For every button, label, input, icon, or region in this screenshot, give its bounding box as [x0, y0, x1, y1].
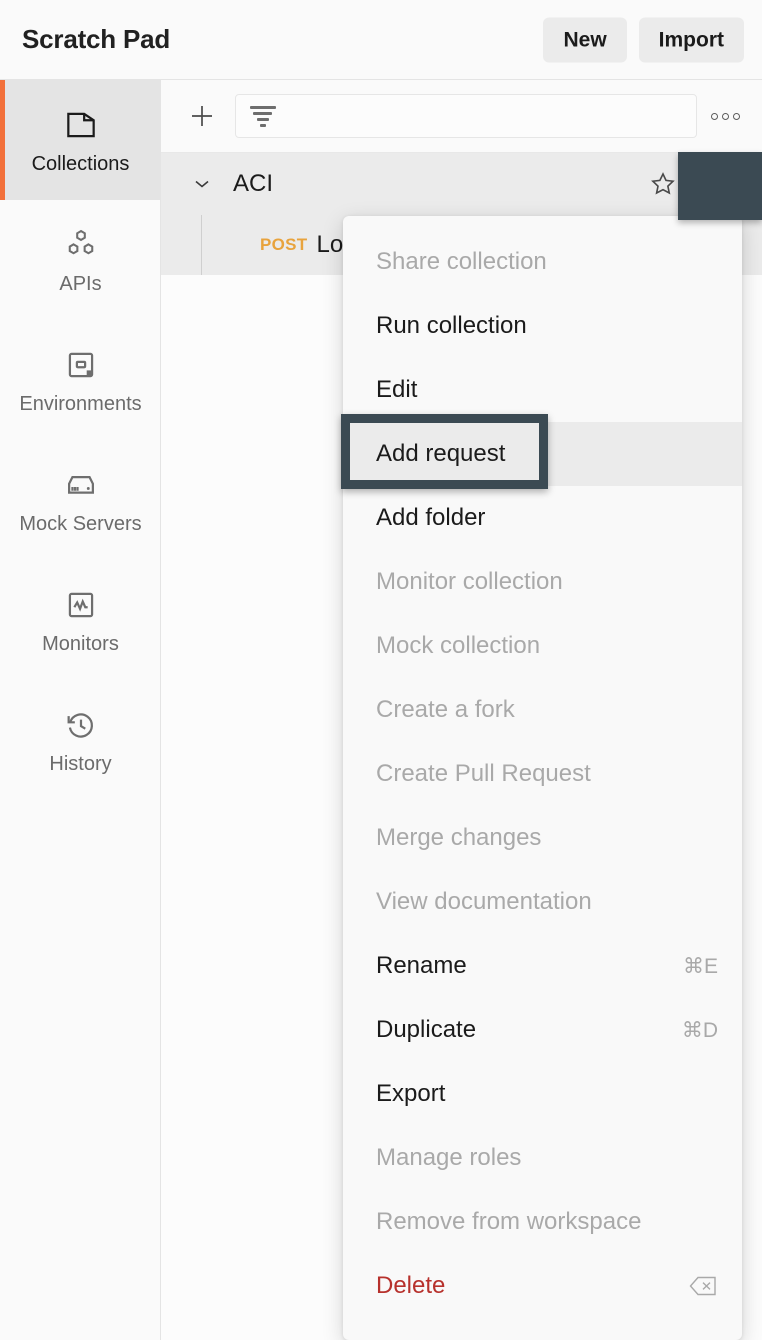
request-method: POST: [260, 235, 308, 255]
collection-row-aci[interactable]: ACI: [161, 153, 762, 215]
collection-name: ACI: [233, 170, 273, 198]
plus-icon[interactable]: [181, 95, 223, 137]
search-input[interactable]: [235, 94, 697, 138]
page-title: Scratch Pad: [22, 24, 170, 55]
menu-item-export[interactable]: Export: [343, 1062, 742, 1126]
menu-item-label: Edit: [376, 378, 417, 402]
sidebar-item-environments[interactable]: Environments: [0, 320, 161, 440]
menu-item-merge-changes: Merge changes: [343, 806, 742, 870]
menu-item-mock-collection: Mock collection: [343, 614, 742, 678]
more-horizontal-icon: [711, 113, 740, 120]
menu-item-run-collection[interactable]: Run collection: [343, 294, 742, 358]
menu-item-create-a-fork: Create a fork: [343, 678, 742, 742]
sidebar-label-apis: APIs: [59, 274, 101, 294]
header-actions: New Import: [543, 17, 744, 62]
menu-item-delete[interactable]: Delete: [343, 1254, 742, 1318]
menu-item-label: Remove from workspace: [376, 1210, 641, 1234]
sidebar-item-apis[interactable]: APIs: [0, 200, 161, 320]
star-outline-icon[interactable]: [646, 167, 680, 201]
monitors-icon: [62, 586, 100, 624]
request-name: Lo: [317, 231, 344, 259]
menu-item-label: Add folder: [376, 506, 485, 530]
sidebar-label-monitors: Monitors: [42, 634, 119, 654]
collection-icon: [62, 106, 100, 144]
app-header: Scratch Pad New Import: [0, 0, 762, 80]
menu-item-label: Create Pull Request: [376, 762, 591, 786]
postman-window: Scratch Pad New Import Collections: [0, 0, 762, 1340]
new-button[interactable]: New: [543, 17, 626, 62]
menu-item-shortcut: ⌘E: [683, 956, 718, 977]
menu-item-label: Add request: [376, 442, 505, 466]
import-button[interactable]: Import: [639, 17, 744, 62]
toolbar-more-button[interactable]: [711, 113, 740, 120]
collection-context-menu: Share collection Run collection Edit Add re…: [343, 216, 742, 1340]
menu-item-label: Rename: [376, 954, 467, 978]
history-icon: [62, 706, 100, 744]
menu-item-edit[interactable]: Edit: [343, 358, 742, 422]
chevron-down-icon[interactable]: [191, 173, 213, 195]
menu-item-label: Monitor collection: [376, 570, 563, 594]
sidebar-item-history[interactable]: History: [0, 680, 161, 800]
menu-item-label: Share collection: [376, 250, 547, 274]
backspace-icon: [688, 1274, 718, 1298]
menu-item-label: View documentation: [376, 890, 592, 914]
menu-item-monitor-collection: Monitor collection: [343, 550, 742, 614]
sidebar-item-collections[interactable]: Collections: [0, 80, 161, 200]
menu-item-duplicate[interactable]: Duplicate ⌘D: [343, 998, 742, 1062]
collection-more-highlight-fill: [678, 152, 762, 220]
menu-item-label: Delete: [376, 1274, 445, 1298]
sidebar-label-history: History: [49, 754, 111, 774]
tree-indent-line: [201, 215, 202, 275]
menu-item-add-folder[interactable]: Add folder: [343, 486, 742, 550]
sidebar-label-environments: Environments: [19, 394, 141, 414]
sidebar-item-monitors[interactable]: Monitors: [0, 560, 161, 680]
menu-item-shortcut: ⌘D: [682, 1020, 718, 1041]
menu-item-rename[interactable]: Rename ⌘E: [343, 934, 742, 998]
left-sidebar: Collections APIs Environments: [0, 80, 161, 1340]
menu-item-label: Mock collection: [376, 634, 540, 658]
menu-item-manage-roles: Manage roles: [343, 1126, 742, 1190]
environments-icon: [62, 346, 100, 384]
mock-servers-icon: [62, 466, 100, 504]
menu-item-label: Manage roles: [376, 1146, 521, 1170]
filter-funnel-icon: [250, 105, 276, 127]
menu-item-label: Duplicate: [376, 1018, 476, 1042]
apis-icon: [62, 226, 100, 264]
menu-item-remove-from-workspace: Remove from workspace: [343, 1190, 742, 1254]
menu-item-add-request[interactable]: Add request: [343, 422, 742, 486]
menu-item-label: Export: [376, 1082, 445, 1106]
menu-item-share-collection: Share collection: [343, 230, 742, 294]
menu-item-label: Create a fork: [376, 698, 515, 722]
menu-item-label: Merge changes: [376, 826, 541, 850]
menu-item-create-pull-request: Create Pull Request: [343, 742, 742, 806]
menu-item-label: Run collection: [376, 314, 527, 338]
sidebar-label-mock-servers: Mock Servers: [19, 514, 141, 534]
sidebar-item-mock-servers[interactable]: Mock Servers: [0, 440, 161, 560]
menu-item-view-documentation: View documentation: [343, 870, 742, 934]
sidebar-label-collections: Collections: [32, 154, 130, 174]
collections-toolbar: [161, 80, 762, 153]
